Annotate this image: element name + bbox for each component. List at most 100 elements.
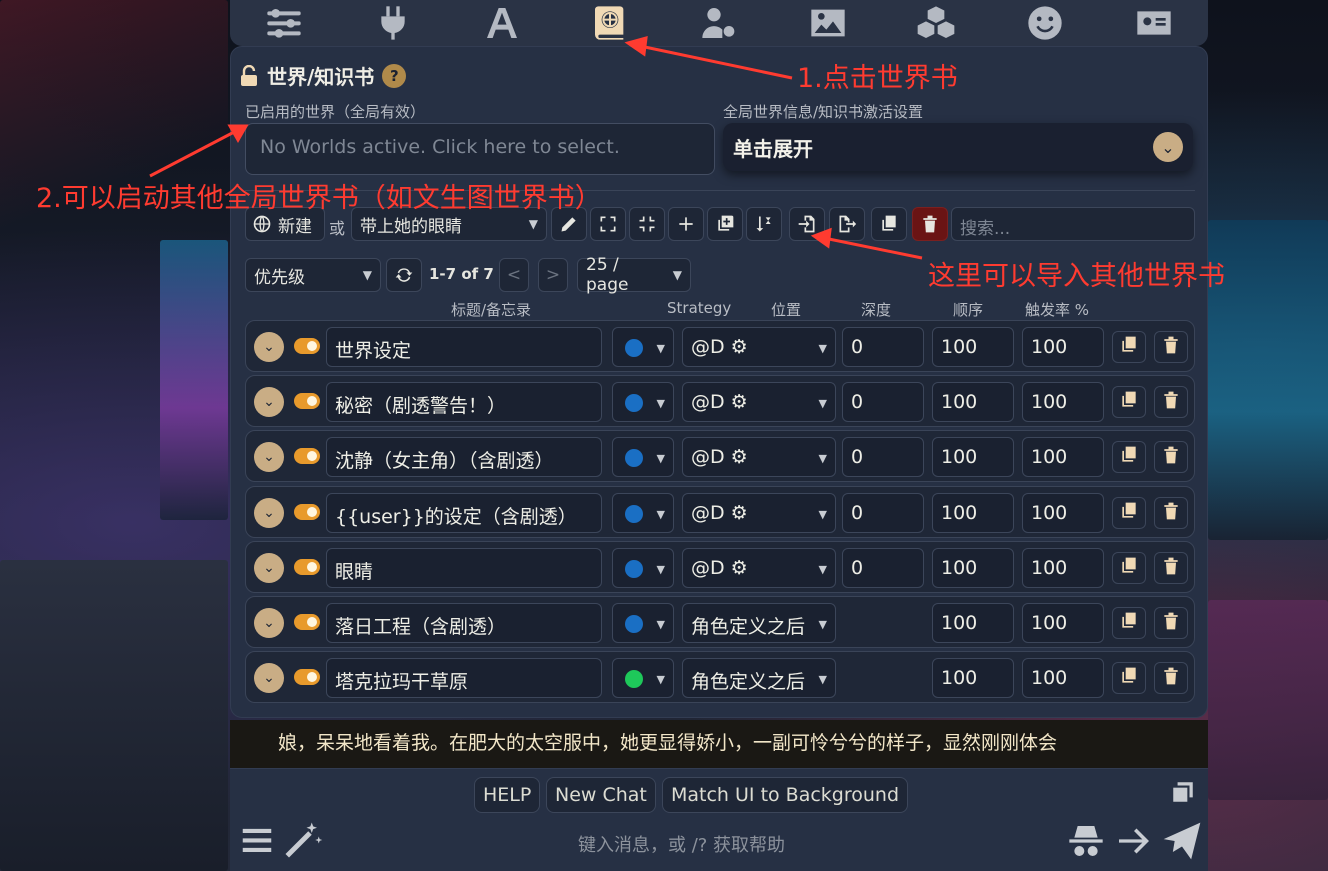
probability-input[interactable]: 100	[1022, 327, 1104, 367]
smile-icon[interactable]	[1021, 2, 1069, 44]
sort-select[interactable]: 优先级 ▼	[245, 258, 381, 292]
plug-icon[interactable]	[369, 2, 417, 44]
depth-input[interactable]: 0	[842, 327, 924, 367]
cubes-icon[interactable]	[912, 2, 960, 44]
sort-button[interactable]	[746, 207, 782, 241]
entry-enable-toggle[interactable]	[294, 503, 320, 520]
order-input[interactable]: 100	[932, 658, 1014, 699]
order-input[interactable]: 100	[932, 547, 1014, 588]
position-select[interactable]: @D ⚙ ▼	[682, 437, 836, 478]
refresh-button[interactable]	[386, 258, 422, 292]
chevron-down-icon[interactable]: ⌄	[254, 552, 284, 583]
copy-entry-button[interactable]	[1112, 607, 1146, 639]
delete-entry-button[interactable]	[1154, 496, 1188, 529]
active-worlds-select[interactable]: No Worlds active. Click here to select.	[245, 123, 715, 175]
add-entry-button[interactable]	[668, 207, 704, 241]
copy-book-button[interactable]	[871, 207, 907, 241]
depth-input[interactable]: 0	[842, 492, 924, 533]
entry-title-field[interactable]: 世界设定	[326, 327, 602, 367]
import-book-button[interactable]	[789, 207, 825, 241]
world-book-icon[interactable]	[586, 2, 634, 44]
entry-title-field[interactable]: 秘密（剧透警告！）	[326, 382, 602, 423]
incognito-icon[interactable]	[1066, 821, 1106, 861]
delete-entry-button[interactable]	[1154, 662, 1188, 695]
export-book-button[interactable]	[829, 207, 865, 241]
entry-title-field[interactable]: 沈静（女主角）（含剧透）	[326, 437, 602, 478]
chevron-down-icon[interactable]: ⌄	[254, 663, 284, 694]
sliders-icon[interactable]	[260, 2, 308, 44]
depth-input[interactable]: 0	[842, 382, 924, 423]
message-input[interactable]: 键入消息，或 /? 获取帮助	[578, 831, 785, 857]
window-restore-icon[interactable]	[1170, 779, 1196, 805]
global-settings-expander[interactable]: 单击展开 ⌄	[723, 123, 1193, 171]
position-select[interactable]: @D ⚙ ▼	[682, 327, 836, 367]
strategy-select[interactable]: ▼	[612, 603, 674, 643]
magic-wand-icon[interactable]	[282, 819, 324, 861]
font-icon[interactable]	[478, 2, 526, 44]
position-select[interactable]: @D ⚙ ▼	[682, 382, 836, 423]
position-select[interactable]: 角色定义之后 ▼	[682, 658, 836, 699]
chevron-down-icon[interactable]: ⌄	[254, 442, 284, 473]
delete-book-button[interactable]	[912, 207, 948, 241]
chevron-down-icon[interactable]: ⌄	[254, 387, 284, 418]
order-input[interactable]: 100	[932, 327, 1014, 367]
position-select[interactable]: @D ⚙ ▼	[682, 492, 836, 533]
probability-input[interactable]: 100	[1022, 547, 1104, 588]
entry-title-field[interactable]: 塔克拉玛干草原	[326, 658, 602, 699]
menu-icon[interactable]	[238, 821, 276, 859]
entry-title-field[interactable]: 落日工程（含剧透）	[326, 603, 602, 643]
strategy-select[interactable]: ▼	[612, 437, 674, 478]
copy-entry-button[interactable]	[1112, 331, 1146, 363]
depth-input[interactable]: 0	[842, 547, 924, 588]
depth-input[interactable]: 0	[842, 437, 924, 478]
strategy-select[interactable]: ▼	[612, 327, 674, 367]
order-input[interactable]: 100	[932, 603, 1014, 643]
help-button[interactable]: HELP	[474, 777, 541, 813]
copy-entry-button[interactable]	[1112, 496, 1146, 529]
collapse-all-button[interactable]	[629, 207, 665, 241]
probability-input[interactable]: 100	[1022, 437, 1104, 478]
chevron-down-icon[interactable]: ⌄	[254, 332, 284, 362]
delete-entry-button[interactable]	[1154, 551, 1188, 584]
image-icon[interactable]	[804, 2, 852, 44]
delete-entry-button[interactable]	[1154, 331, 1188, 363]
probability-input[interactable]: 100	[1022, 658, 1104, 699]
entry-enable-toggle[interactable]	[294, 338, 320, 354]
user-gear-icon[interactable]	[695, 2, 743, 44]
search-input[interactable]: 搜索...	[951, 207, 1195, 241]
probability-input[interactable]: 100	[1022, 382, 1104, 423]
strategy-select[interactable]: ▼	[612, 382, 674, 423]
position-select[interactable]: @D ⚙ ▼	[682, 547, 836, 588]
order-input[interactable]: 100	[932, 382, 1014, 423]
entry-title-field[interactable]: 眼睛	[326, 547, 602, 588]
duplicate-book-button[interactable]	[707, 207, 743, 241]
page-size-select[interactable]: 25 / page ▼	[577, 255, 691, 295]
delete-entry-button[interactable]	[1154, 386, 1188, 419]
copy-entry-button[interactable]	[1112, 386, 1146, 419]
order-input[interactable]: 100	[932, 492, 1014, 533]
arrow-right-icon[interactable]	[1114, 821, 1154, 861]
strategy-select[interactable]: ▼	[612, 492, 674, 533]
entry-enable-toggle[interactable]	[294, 393, 320, 410]
strategy-select[interactable]: ▼	[612, 658, 674, 699]
entry-enable-toggle[interactable]	[294, 448, 320, 465]
strategy-select[interactable]: ▼	[612, 547, 674, 588]
chevron-down-icon[interactable]: ⌄	[254, 608, 284, 638]
order-input[interactable]: 100	[932, 437, 1014, 478]
copy-entry-button[interactable]	[1112, 441, 1146, 474]
chevron-down-icon[interactable]: ⌄	[254, 497, 284, 528]
entry-title-field[interactable]: {{user}}的设定（含剧透）	[326, 492, 602, 533]
unlock-icon[interactable]	[239, 64, 259, 87]
probability-input[interactable]: 100	[1022, 603, 1104, 643]
probability-input[interactable]: 100	[1022, 492, 1104, 533]
copy-entry-button[interactable]	[1112, 551, 1146, 584]
entry-enable-toggle[interactable]	[294, 614, 320, 630]
help-icon[interactable]: ?	[382, 63, 407, 88]
new-chat-button[interactable]: New Chat	[546, 777, 656, 813]
delete-entry-button[interactable]	[1154, 607, 1188, 639]
match-ui-button[interactable]: Match UI to Background	[662, 777, 909, 813]
position-select[interactable]: 角色定义之后 ▼	[682, 603, 836, 643]
copy-entry-button[interactable]	[1112, 662, 1146, 695]
send-icon[interactable]	[1160, 819, 1204, 863]
entry-enable-toggle[interactable]	[294, 558, 320, 575]
